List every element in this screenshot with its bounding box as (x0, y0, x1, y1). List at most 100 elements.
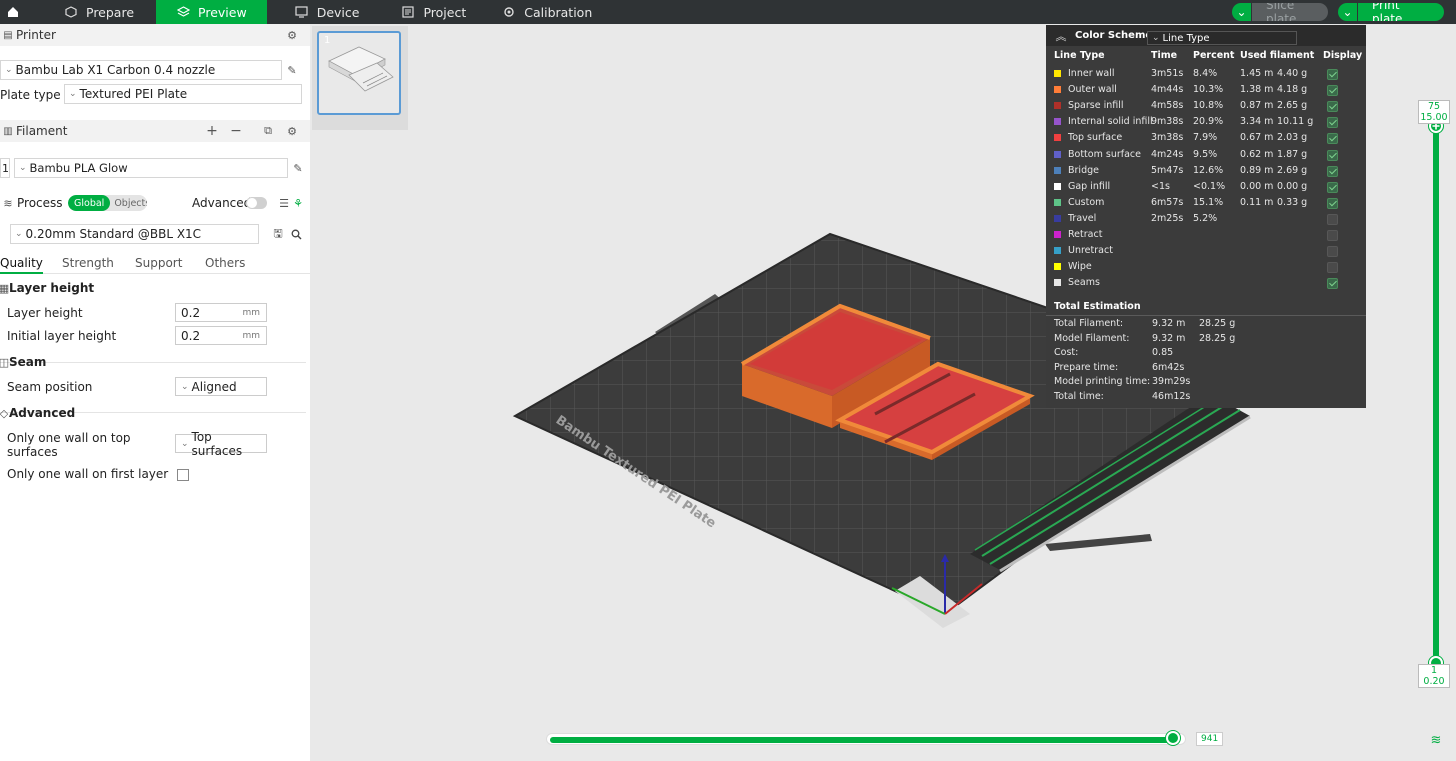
legend-row: Retract (1046, 227, 1366, 243)
display-checkbox[interactable] (1327, 213, 1338, 225)
seam-group-title: Seam (9, 355, 47, 369)
advanced-toggle[interactable] (246, 197, 267, 209)
objects-option[interactable]: Objects (110, 195, 147, 211)
tab-preview[interactable]: Preview (156, 0, 267, 24)
display-checkbox[interactable] (1327, 101, 1338, 113)
color-swatch (1054, 198, 1061, 206)
initial-layer-height-input[interactable]: 0.2 mm (175, 326, 267, 345)
color-swatch (1054, 214, 1061, 222)
tab-calibration[interactable]: Calibration (486, 0, 608, 24)
layers-icon[interactable]: ≋ (1429, 733, 1443, 748)
save-icon[interactable]: 🖫 (271, 227, 285, 241)
layer-slider-track[interactable] (1433, 125, 1439, 665)
filament-slot[interactable]: 1 (0, 158, 10, 178)
gear-icon[interactable]: ⚙ (285, 124, 299, 138)
search-icon[interactable] (289, 227, 303, 241)
legend-row: Bottom surface 4m24s 9.5% 0.62 m 1.87 g (1046, 147, 1366, 163)
display-checkbox[interactable] (1327, 181, 1338, 193)
seam-position-select[interactable]: ⌄ Aligned (175, 377, 267, 396)
line-type-time: 5m47s (1151, 164, 1184, 176)
add-icon[interactable]: + (205, 123, 219, 139)
display-checkbox[interactable] (1327, 230, 1338, 241)
legend-row: Inner wall 3m51s 8.4% 1.45 m 4.40 g (1046, 66, 1366, 82)
initial-layer-height-value: 0.2 (181, 328, 201, 343)
col-display: Display (1323, 50, 1363, 61)
compare-icon[interactable]: ⚘ (291, 196, 305, 210)
collapse-icon[interactable]: ︽ (1054, 29, 1068, 43)
line-type-time: 9m38s (1151, 116, 1184, 128)
layer-height-input[interactable]: 0.2 mm (175, 303, 267, 322)
edit-icon[interactable]: ✎ (285, 63, 299, 77)
display-checkbox[interactable] (1327, 149, 1338, 161)
tab-others[interactable]: Others (205, 256, 245, 270)
top-bar: Prepare Preview Device Project Calibrati… (0, 0, 1456, 24)
tab-device-label: Device (316, 4, 360, 20)
line-type-percent: 5.2% (1193, 212, 1218, 224)
line-type-length: 1.38 m (1240, 84, 1274, 96)
chevron-down-icon[interactable]: ⌄ (1232, 3, 1252, 21)
display-checkbox[interactable] (1327, 165, 1338, 177)
printer-section-header[interactable]: ▤ Printer (0, 24, 310, 46)
slice-plate-button[interactable]: ⌄ Slice plate (1232, 3, 1328, 21)
chevron-down-icon[interactable]: ⌄ (1338, 3, 1358, 21)
line-type-name: Top surface (1068, 132, 1123, 144)
bottom-layer-height: 0.20 (1423, 676, 1445, 687)
plate-type-select[interactable]: ⌄ Textured PEI Plate (64, 84, 302, 104)
line-type-percent: 15.1% (1193, 196, 1224, 208)
tab-support[interactable]: Support (135, 256, 182, 270)
filament-select[interactable]: ⌄ Bambu PLA Glow (14, 158, 288, 178)
display-checkbox[interactable] (1327, 262, 1338, 274)
sync-icon[interactable]: ⧉ (261, 124, 275, 138)
filament-name: Bambu PLA Glow (29, 161, 128, 175)
global-option[interactable]: Global (68, 195, 111, 211)
line-type-time: 4m44s (1151, 84, 1184, 96)
remove-icon[interactable]: − (229, 123, 243, 139)
line-type-name: Unretract (1068, 245, 1113, 257)
display-checkbox[interactable] (1327, 117, 1338, 129)
move-slider-handle[interactable] (1166, 731, 1180, 745)
top-layer-height: 15.00 (1420, 112, 1448, 123)
one-wall-top-select[interactable]: ⌄ Top surfaces (175, 430, 267, 458)
display-checkbox[interactable] (1327, 85, 1338, 97)
filament-section-label: Filament (16, 124, 68, 138)
move-slider-track[interactable] (546, 733, 1186, 745)
display-checkbox[interactable] (1327, 69, 1338, 80)
total-value-1: 39m29s (1152, 376, 1191, 388)
color-scheme-select[interactable]: ⌄ Line Type (1147, 31, 1297, 45)
print-plate-button[interactable]: ⌄ Print plate (1338, 3, 1444, 21)
tab-quality[interactable]: Quality (0, 256, 43, 274)
printer-select[interactable]: ⌄ Bambu Lab X1 Carbon 0.4 nozzle (0, 60, 282, 80)
legend-row: Internal solid infill 9m38s 20.9% 3.34 m 10.… (1046, 114, 1366, 130)
chevron-down-icon: ⌄ (181, 438, 189, 449)
edit-icon[interactable]: ✎ (291, 161, 305, 175)
line-type-weight: 4.40 g (1277, 68, 1308, 79)
process-preset-select[interactable]: ⌄ 0.20mm Standard @BBL X1C (10, 224, 259, 244)
line-type-weight: 2.69 g (1277, 164, 1308, 176)
line-type-length: 0.89 m (1240, 164, 1274, 176)
one-wall-top-label-line2: surfaces (7, 445, 58, 459)
total-label: Cost: (1054, 347, 1079, 359)
line-type-name: Gap infill (1068, 180, 1111, 192)
tab-project[interactable]: Project (387, 0, 486, 24)
line-type-weight: 0.00 g (1277, 180, 1308, 192)
color-swatch (1054, 166, 1061, 174)
one-wall-first-layer-checkbox[interactable] (177, 469, 189, 481)
home-button[interactable] (0, 0, 26, 24)
display-checkbox[interactable] (1327, 278, 1338, 290)
display-checkbox[interactable] (1327, 197, 1338, 209)
line-type-time: 2m25s (1151, 212, 1184, 224)
line-type-name: Retract (1068, 229, 1103, 240)
tab-prepare[interactable]: Prepare (26, 0, 156, 24)
plate-handle-right (1045, 534, 1152, 551)
tab-strength[interactable]: Strength (62, 256, 114, 270)
legend-panel: ︽ Color Scheme ⌄ Line Type Line Type Tim… (1046, 25, 1366, 408)
global-objects-switch[interactable]: Global Objects (68, 195, 147, 211)
color-swatch (1054, 134, 1061, 142)
display-checkbox[interactable] (1327, 133, 1338, 145)
display-checkbox[interactable] (1327, 246, 1338, 258)
tab-preview-label: Preview (198, 4, 247, 20)
gear-icon[interactable]: ⚙ (285, 28, 299, 42)
tab-device[interactable]: Device (267, 0, 388, 24)
list-icon[interactable]: ☰ (277, 196, 291, 210)
process-tabs: Quality Strength Support Others (0, 254, 310, 274)
